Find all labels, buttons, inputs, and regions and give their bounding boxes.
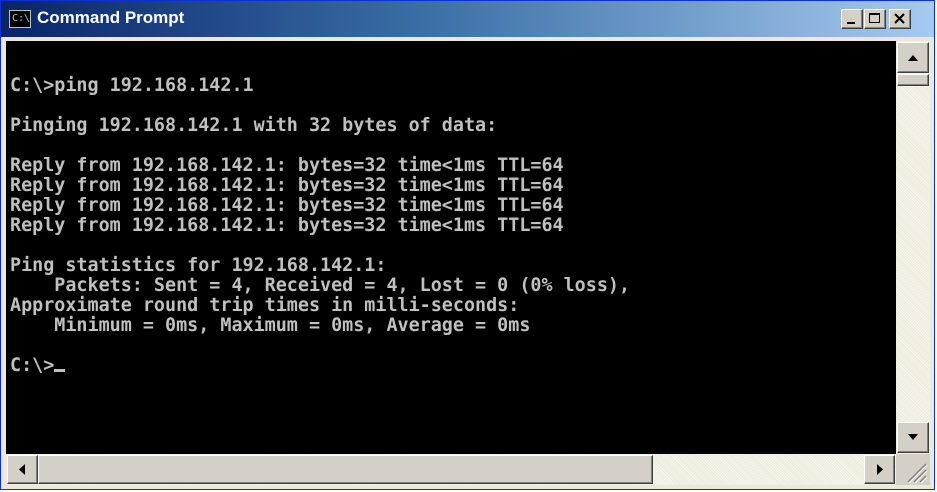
text-cursor — [54, 369, 66, 372]
scroll-up-button[interactable] — [897, 42, 929, 73]
console-line: Reply from 192.168.142.1: bytes=32 time<… — [10, 215, 564, 236]
scroll-left-button[interactable] — [7, 455, 38, 484]
icon-label: C:\ — [12, 13, 31, 24]
close-button[interactable] — [889, 9, 911, 29]
prompt-line: C:\> — [10, 355, 55, 376]
scroll-down-button[interactable] — [897, 422, 929, 453]
horizontal-scrollbar[interactable] — [6, 454, 896, 485]
minimize-icon — [847, 22, 855, 24]
console-line: Minimum = 0ms, Maximum = 0ms, Average = … — [10, 315, 531, 336]
console-line: Approximate round trip times in milli-se… — [10, 295, 520, 316]
minimize-button[interactable] — [841, 9, 863, 29]
vertical-scroll-thumb[interactable] — [897, 74, 929, 86]
console-window-icon[interactable]: C:\ — [9, 10, 31, 28]
close-icon — [894, 13, 905, 24]
console-line: Reply from 192.168.142.1: bytes=32 time<… — [10, 195, 564, 216]
console-line: Reply from 192.168.142.1: bytes=32 time<… — [10, 175, 564, 196]
console-line: Reply from 192.168.142.1: bytes=32 time<… — [10, 155, 564, 176]
arrow-up-icon — [908, 55, 918, 61]
maximize-icon — [869, 13, 880, 23]
console-line: Packets: Sent = 4, Received = 4, Lost = … — [10, 275, 631, 296]
arrow-right-icon — [877, 464, 883, 475]
console-output-area[interactable]: C:\>ping 192.168.142.1 Pinging 192.168.1… — [6, 41, 896, 454]
resize-grip-icon — [907, 463, 928, 484]
scroll-right-button[interactable] — [864, 455, 895, 484]
maximize-button[interactable] — [864, 9, 886, 29]
window-title: Command Prompt — [37, 8, 185, 27]
command-prompt-window: C:\ Command Prompt C:\>ping 192.168.142.… — [0, 0, 935, 490]
console-text: C:\>ping 192.168.142.1 Pinging 192.168.1… — [10, 76, 630, 376]
console-line: C:\>ping 192.168.142.1 — [10, 75, 254, 96]
console-line: Pinging 192.168.142.1 with 32 bytes of d… — [10, 115, 498, 136]
vertical-scrollbar[interactable] — [896, 41, 930, 454]
arrow-left-icon — [19, 464, 25, 475]
console-line: Ping statistics for 192.168.142.1: — [10, 255, 387, 276]
title-bar[interactable]: C:\ Command Prompt — [1, 1, 934, 37]
resize-grip[interactable] — [896, 454, 930, 485]
arrow-down-icon — [908, 434, 918, 440]
horizontal-scroll-thumb[interactable] — [38, 455, 653, 484]
